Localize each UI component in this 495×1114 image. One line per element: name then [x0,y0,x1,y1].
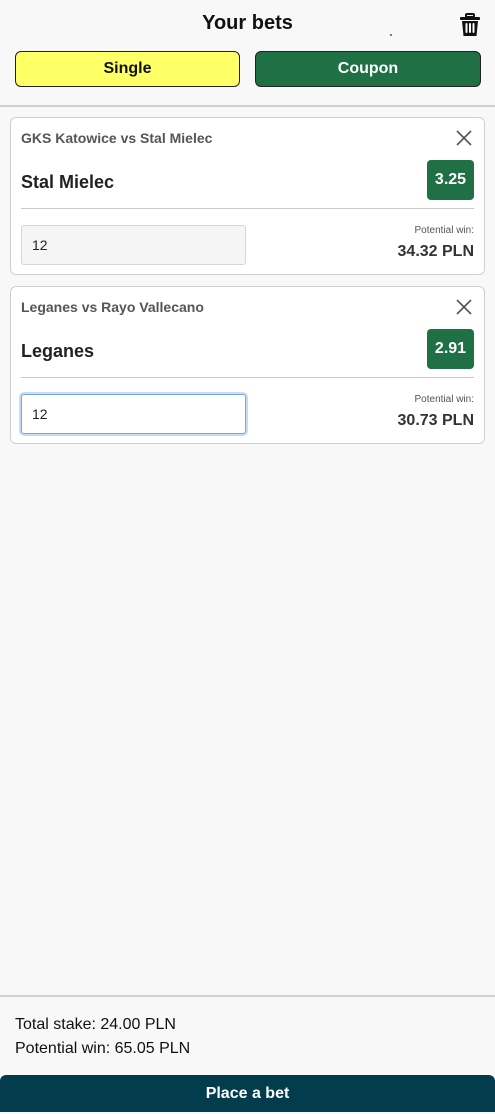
total-potential-win: Potential win: 65.05 PLN [15,1040,191,1057]
bet-card: GKS Katowice vs Stal Mielec Stal Mielec … [10,117,485,275]
match-name: Leganes vs Rayo Vallecano [21,299,204,315]
total-stake: Total stake: 24.00 PLN [15,1016,176,1033]
place-bet-button[interactable]: Place a bet [0,1075,495,1112]
bet-selection: Stal Mielec [21,172,115,192]
page-title: Your bets [202,12,293,34]
trash-icon[interactable] [459,13,481,37]
bets-header: Your bets Single Coupon [0,0,495,107]
stake-input[interactable] [21,225,246,265]
potential-win-value: 30.73 PLN [397,412,474,429]
indicator-dot [390,34,392,36]
tab-single[interactable]: Single [15,51,240,87]
divider [21,377,474,378]
odds-badge[interactable]: 3.25 [427,160,474,200]
tab-coupon[interactable]: Coupon [255,51,481,87]
divider [21,208,474,209]
match-name: GKS Katowice vs Stal Mielec [21,130,213,146]
potential-win-value: 34.32 PLN [397,243,474,260]
stake-input[interactable] [21,394,246,434]
bet-card: Leganes vs Rayo Vallecano Leganes 2.91 P… [10,286,485,444]
bet-selection: Leganes [21,341,95,361]
close-icon[interactable] [456,130,472,146]
close-icon[interactable] [456,299,472,315]
potential-win-label: Potential win: [414,394,474,405]
odds-badge[interactable]: 2.91 [427,329,474,369]
potential-win-label: Potential win: [414,225,474,236]
